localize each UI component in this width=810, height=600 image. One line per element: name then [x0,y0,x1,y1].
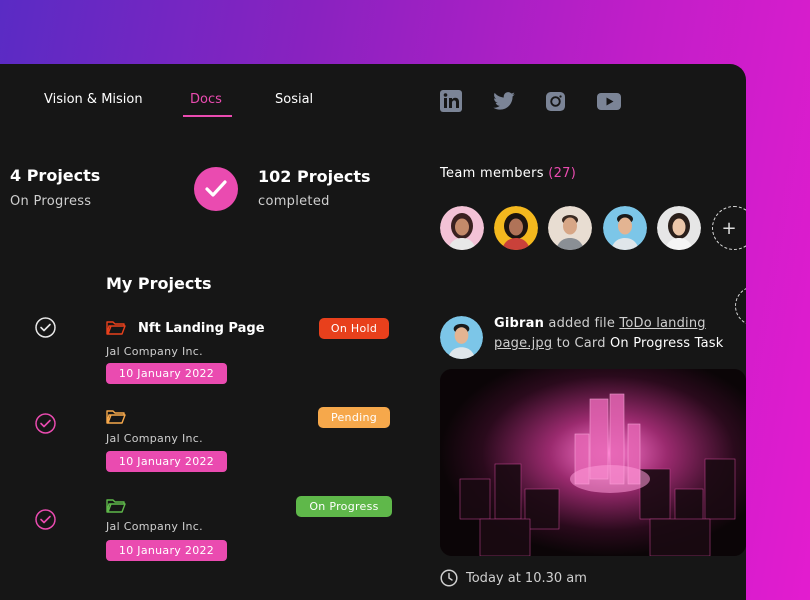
tab-vision[interactable]: Vision & Mision [44,92,143,107]
activity-time: Today at 10.30 am [440,569,587,587]
project-date: 10 January 2022 [106,540,227,561]
file-preview-image[interactable] [440,369,746,556]
dashboard-card: Vision & Mision Docs Sosial 4 Projects O… [0,64,746,600]
avatar[interactable] [548,206,592,250]
row-check-icon[interactable] [35,413,56,434]
linkedin-icon[interactable] [440,90,462,112]
status-badge: On Progress [296,496,392,517]
project-company: Jal Company Inc. [106,432,203,445]
status-badge: Pending [318,407,390,428]
folder-icon [106,499,126,513]
activity-card-name[interactable]: On Progress Task [610,336,723,351]
tab-docs[interactable]: Docs [190,92,222,107]
avatar[interactable] [494,206,538,250]
team-members-title: Team members (27) [440,166,576,181]
activity-action: added file [544,316,620,331]
folder-icon [106,410,126,424]
avatar[interactable] [657,206,701,250]
activity-time-text: Today at 10.30 am [466,570,587,586]
project-company: Jal Company Inc. [106,520,203,533]
youtube-icon[interactable] [597,93,621,110]
progress-count: 4 Projects [10,166,101,185]
twitter-icon[interactable] [493,92,515,110]
team-title-text: Team members [440,166,544,181]
team-count: (27) [548,166,577,181]
status-badge: On Hold [319,318,389,339]
activity-to-card: to Card [552,336,610,351]
completed-count: 102 Projects [258,167,371,186]
check-circle-icon [194,167,238,211]
completed-label: completed [258,194,330,209]
project-date: 10 January 2022 [106,451,227,472]
tab-sosial[interactable]: Sosial [275,92,313,107]
active-tab-indicator [183,115,232,117]
row-check-icon[interactable] [35,509,56,530]
activity-user[interactable]: Gibran [494,316,544,331]
instagram-icon[interactable] [546,92,565,111]
plus-icon: + [721,217,737,239]
avatar[interactable] [440,206,484,250]
clock-icon [440,569,458,587]
add-member-button[interactable]: + [712,206,746,250]
folder-icon [106,321,126,335]
progress-label: On Progress [10,194,92,209]
activity-avatar[interactable] [440,316,483,359]
project-name[interactable]: Nft Landing Page [138,321,265,336]
row-check-icon[interactable] [35,317,56,338]
activity-message: Gibran added file ToDo landing page.jpg … [494,314,744,354]
avatar[interactable] [603,206,647,250]
project-date: 10 January 2022 [106,363,227,384]
project-company: Jal Company Inc. [106,345,203,358]
my-projects-title: My Projects [106,274,212,293]
